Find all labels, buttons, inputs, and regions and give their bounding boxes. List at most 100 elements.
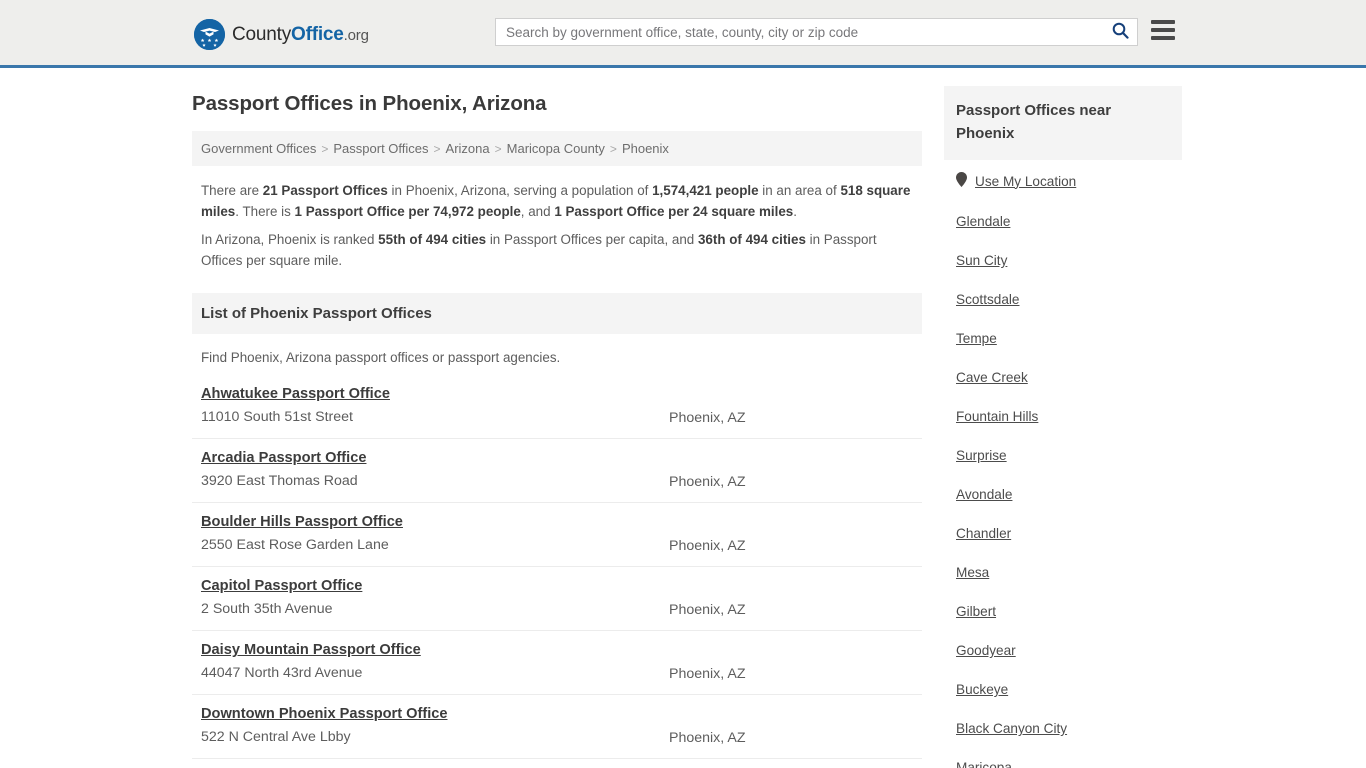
logo-text-office: Office: [291, 23, 344, 45]
map-pin-icon: [956, 172, 967, 190]
sidebar-item-gilbert[interactable]: Gilbert: [956, 592, 1170, 631]
sidebar-city-link[interactable]: Tempe: [956, 331, 997, 346]
sidebar-city-list: Use My Location Glendale Sun City Scottsdal…: [944, 160, 1182, 768]
sidebar-item-chandler[interactable]: Chandler: [956, 514, 1170, 553]
main-content: Passport Offices in Phoenix, Arizona Gov…: [192, 68, 922, 768]
search-icon: [1112, 22, 1129, 42]
sidebar-item-surprise[interactable]: Surprise: [956, 436, 1170, 475]
sidebar-item-black-canyon-city[interactable]: Black Canyon City: [956, 709, 1170, 748]
search-bar[interactable]: [495, 18, 1138, 46]
sidebar-city-link[interactable]: Mesa: [956, 565, 989, 580]
sidebar: Passport Offices near Phoenix Use My Loc…: [944, 68, 1182, 768]
sidebar-city-link[interactable]: Fountain Hills: [956, 409, 1038, 424]
breadcrumb-item-government-offices[interactable]: Government Offices: [201, 141, 316, 156]
sidebar-item-goodyear[interactable]: Goodyear: [956, 631, 1170, 670]
site-header: CountyOffice.org: [0, 0, 1366, 68]
search-input[interactable]: [496, 19, 1103, 45]
sidebar-city-link[interactable]: Chandler: [956, 526, 1011, 541]
hamburger-menu-icon[interactable]: [1151, 20, 1175, 40]
page-title: Passport Offices in Phoenix, Arizona: [192, 92, 547, 115]
office-row: Boulder Hills Passport Office 2550 East R…: [192, 503, 922, 567]
sidebar-city-link[interactable]: Cave Creek: [956, 370, 1028, 385]
sidebar-item-fountain-hills[interactable]: Fountain Hills: [956, 397, 1170, 436]
logo-text: CountyOffice.org: [232, 24, 369, 46]
sidebar-item-avondale[interactable]: Avondale: [956, 475, 1170, 514]
sidebar-city-link[interactable]: Goodyear: [956, 643, 1016, 658]
office-address: 3920 East Thomas Road: [201, 473, 358, 489]
stats-p2-run-2: in Passport Offices per capita, and: [486, 232, 698, 247]
office-address: 2 South 35th Avenue: [201, 601, 333, 617]
sidebar-city-link[interactable]: Sun City: [956, 253, 1007, 268]
office-row: Arcadia Passport Office 3920 East Thomas …: [192, 439, 922, 503]
breadcrumb-item-phoenix[interactable]: Phoenix: [622, 141, 669, 156]
breadcrumb-separator: >: [609, 141, 617, 156]
stats-p1-run-6: . There is: [235, 203, 295, 219]
office-address: 44047 North 43rd Avenue: [201, 665, 363, 681]
stats-p1-run-0: There are: [201, 183, 263, 198]
office-city-state: Phoenix, AZ: [669, 538, 746, 554]
sidebar-city-link[interactable]: Glendale: [956, 214, 1010, 229]
sidebar-item-use-my-location[interactable]: Use My Location: [956, 160, 1170, 202]
office-address: 522 N Central Ave Lbby: [201, 729, 351, 745]
office-name-link[interactable]: Boulder Hills Passport Office: [201, 514, 403, 530]
office-row: Downtown Phoenix Passport Office 522 N Ce…: [192, 695, 922, 759]
stats-p1-run-3: 1,574,421 people: [652, 183, 759, 198]
stats-p2-run-0: In Arizona, Phoenix is ranked: [201, 232, 379, 247]
sidebar-item-glendale[interactable]: Glendale: [956, 202, 1170, 241]
stats-p1-run-7: 1 Passport Office per 74,972 people: [294, 203, 521, 219]
use-my-location-link[interactable]: Use My Location: [975, 174, 1076, 189]
sidebar-item-mesa[interactable]: Mesa: [956, 553, 1170, 592]
office-row: Maricopa County Passport Office: [192, 759, 922, 768]
sidebar-item-scottsdale[interactable]: Scottsdale: [956, 280, 1170, 319]
sidebar-city-link[interactable]: Buckeye: [956, 682, 1008, 697]
statistics-section: There are 21 Passport Offices in Phoenix…: [192, 166, 922, 271]
office-city-state: Phoenix, AZ: [669, 474, 746, 490]
sidebar-city-link[interactable]: Maricopa: [956, 760, 1012, 768]
page-body: Passport Offices in Phoenix, Arizona Gov…: [0, 68, 1366, 768]
stats-p1-run-4: in an area of: [758, 183, 841, 198]
sidebar-item-buckeye[interactable]: Buckeye: [956, 670, 1170, 709]
hamburger-bar-1: [1151, 20, 1175, 24]
list-section-heading: List of Phoenix Passport Offices: [192, 293, 922, 334]
stats-paragraph-2: In Arizona, Phoenix is ranked 55th of 49…: [201, 230, 913, 271]
sidebar-city-link[interactable]: Scottsdale: [956, 292, 1019, 307]
search-button[interactable]: [1103, 19, 1137, 45]
breadcrumb-item-passport-offices[interactable]: Passport Offices: [333, 141, 428, 156]
office-row: Capitol Passport Office 2 South 35th Aven…: [192, 567, 922, 631]
sidebar-city-link[interactable]: Surprise: [956, 448, 1007, 463]
stats-p2-run-1: 55th of 494 cities: [378, 232, 487, 247]
list-section-subtext: Find Phoenix, Arizona passport offices o…: [201, 350, 561, 365]
eagle-seal-icon: [194, 19, 225, 50]
stats-p1-run-2: in Phoenix, Arizona, serving a populatio…: [387, 183, 653, 198]
office-name-link[interactable]: Downtown Phoenix Passport Office: [201, 706, 448, 722]
office-row: Ahwatukee Passport Office 11010 South 51s…: [192, 375, 922, 439]
site-logo[interactable]: CountyOffice.org: [194, 19, 369, 50]
office-row: Daisy Mountain Passport Office 44047 Nort…: [192, 631, 922, 695]
breadcrumb-item-arizona[interactable]: Arizona: [446, 141, 490, 156]
sidebar-city-link[interactable]: Gilbert: [956, 604, 996, 619]
sidebar-item-maricopa[interactable]: Maricopa: [956, 748, 1170, 768]
logo-text-org: .org: [343, 26, 369, 44]
office-name-link[interactable]: Daisy Mountain Passport Office: [201, 642, 421, 658]
stats-p1-run-9: 1 Passport Office per 24 square miles: [554, 203, 794, 219]
stats-p1-run-8: , and: [520, 203, 555, 219]
office-name-link[interactable]: Ahwatukee Passport Office: [201, 386, 390, 402]
office-name-link[interactable]: Arcadia Passport Office: [201, 450, 366, 466]
office-city-state: Phoenix, AZ: [669, 730, 746, 746]
office-city-state: Phoenix, AZ: [669, 602, 746, 618]
sidebar-item-cave-creek[interactable]: Cave Creek: [956, 358, 1170, 397]
breadcrumb-item-maricopa-county[interactable]: Maricopa County: [507, 141, 605, 156]
hamburger-bar-2: [1151, 28, 1175, 32]
office-name-link[interactable]: Capitol Passport Office: [201, 578, 362, 594]
sidebar-item-sun-city[interactable]: Sun City: [956, 241, 1170, 280]
stats-p2-run-3: 36th of 494 cities: [697, 232, 806, 247]
office-city-state: Phoenix, AZ: [669, 410, 746, 426]
sidebar-item-tempe[interactable]: Tempe: [956, 319, 1170, 358]
stats-paragraph-1: There are 21 Passport Offices in Phoenix…: [201, 181, 913, 222]
stats-p1-run-10: .: [793, 203, 797, 219]
breadcrumb-separator: >: [494, 141, 502, 156]
sidebar-city-link[interactable]: Black Canyon City: [956, 721, 1067, 736]
hamburger-bar-3: [1151, 36, 1175, 40]
sidebar-city-link[interactable]: Avondale: [956, 487, 1012, 502]
logo-text-county: County: [232, 23, 292, 45]
